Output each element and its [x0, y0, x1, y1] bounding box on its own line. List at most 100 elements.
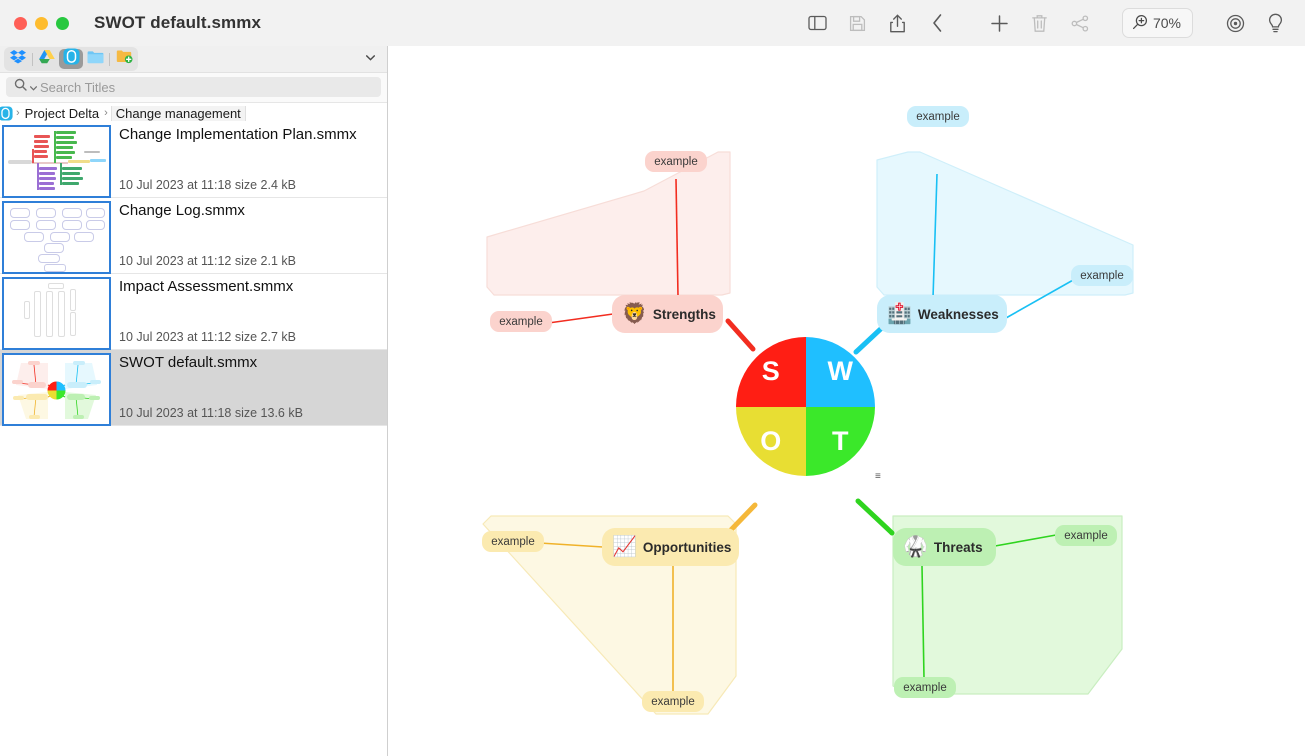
dropbox-icon — [10, 49, 26, 69]
quadrant-letter-t: T — [832, 425, 849, 456]
chevron-down-icon — [365, 53, 375, 63]
sidebar-toggle-button[interactable] — [798, 3, 838, 43]
sidebar-icon — [808, 15, 828, 31]
node-weaknesses[interactable]: 🏥 Weaknesses — [877, 295, 1007, 333]
back-button[interactable] — [918, 3, 958, 43]
search-scope-chevron-icon[interactable] — [30, 78, 37, 96]
search-icon — [14, 78, 27, 96]
lightbulb-icon — [1268, 13, 1283, 33]
file-name: SWOT default.smmx — [119, 354, 258, 371]
trunk-threats — [855, 498, 895, 536]
file-info: 10 Jul 2023 at 11:12 size 2.1 kB — [119, 254, 296, 268]
breadcrumb-root-icon[interactable] — [0, 105, 13, 121]
list-item[interactable]: SWOT default.smmx 10 Jul 2023 at 11:18 s… — [0, 350, 387, 426]
breadcrumb-separator: › — [16, 107, 20, 119]
simplemind-cloud-icon — [63, 48, 80, 70]
node-threats-label: Threats — [933, 539, 983, 555]
chevron-left-icon — [931, 13, 944, 33]
quadrant-weaknesses[interactable]: W — [805, 337, 875, 407]
divider — [109, 52, 110, 66]
file-meta: Change Log.smmx 10 Jul 2023 at 11:12 siz… — [111, 198, 387, 273]
focus-button[interactable] — [1215, 3, 1255, 43]
sidebar-source-toolbar — [0, 46, 387, 73]
window-title: SWOT default.smmx — [94, 13, 262, 32]
quadrant-opportunities[interactable]: O — [736, 406, 806, 476]
node-opportunities-label: Opportunities — [642, 539, 732, 555]
collapse-marker-icon[interactable]: ≡ — [875, 471, 881, 482]
divider — [32, 52, 33, 66]
thumbnail-art — [4, 203, 109, 272]
breadcrumb-item-project-delta[interactable]: Project Delta — [23, 106, 101, 121]
node-strengths[interactable]: 🦁 Strengths — [612, 295, 723, 333]
breadcrumb-separator: › — [104, 107, 108, 119]
add-button[interactable] — [980, 3, 1020, 43]
chart-increasing-icon: 📈 — [612, 536, 637, 558]
mindmap-canvas[interactable]: S W O T ≡ 🦁 Strengths example example 🏥 … — [388, 46, 1305, 756]
strengths-area — [486, 151, 731, 296]
thumbnail-art — [4, 355, 109, 424]
leaf-weaknesses-example-2[interactable]: example — [1071, 265, 1133, 286]
maximize-window-button[interactable] — [56, 16, 69, 30]
lion-face-icon: 🦁 — [622, 303, 647, 325]
source-simplemind-cloud[interactable] — [59, 48, 83, 70]
node-weaknesses-label: Weaknesses — [917, 306, 999, 322]
hint-button[interactable] — [1255, 3, 1295, 43]
search-placeholder: Search Titles — [40, 79, 116, 95]
file-meta: Impact Assessment.smmx 10 Jul 2023 at 11… — [111, 274, 387, 349]
list-item[interactable]: Change Log.smmx 10 Jul 2023 at 11:12 siz… — [0, 198, 387, 274]
simplemind-window: SWOT default.smmx 70% Search Titles › Pr… — [0, 0, 1305, 756]
list-item[interactable]: Impact Assessment.smmx 10 Jul 2023 at 11… — [0, 274, 387, 350]
file-meta: SWOT default.smmx 10 Jul 2023 at 11:18 s… — [111, 350, 387, 425]
zoom-control[interactable]: 70% — [1121, 8, 1193, 38]
delete-button[interactable] — [1020, 3, 1060, 43]
swot-center-node[interactable]: S W O T — [736, 337, 875, 476]
file-thumbnail — [2, 353, 111, 426]
quadrant-threats[interactable]: T — [805, 406, 875, 476]
breadcrumb-item-change-management[interactable]: Change management — [110, 105, 246, 121]
file-thumbnail — [2, 125, 111, 198]
search-bar: Search Titles — [0, 73, 387, 102]
source-dropbox[interactable] — [6, 49, 30, 69]
leaf-strengths-example-1[interactable]: example — [490, 311, 552, 332]
quadrant-strengths[interactable]: S — [736, 337, 806, 407]
leaf-threats-example-2[interactable]: example — [894, 677, 956, 698]
file-name: Change Implementation Plan.smmx — [119, 126, 357, 143]
file-info: 10 Jul 2023 at 11:18 size 2.4 kB — [119, 178, 296, 192]
share-up-icon — [889, 14, 906, 33]
source-google-drive[interactable] — [35, 49, 59, 69]
share-button[interactable] — [878, 3, 918, 43]
close-window-button[interactable] — [14, 16, 27, 30]
hospital-icon: 🏥 — [887, 303, 912, 325]
file-thumbnail — [2, 277, 111, 350]
sidebar-options-button[interactable] — [361, 49, 379, 67]
source-local-folder[interactable] — [83, 49, 107, 69]
file-name: Change Log.smmx — [119, 202, 245, 219]
zoom-in-icon — [1132, 14, 1148, 33]
quadrant-letter-o: O — [760, 425, 782, 456]
source-segmented-control — [4, 47, 138, 71]
save-button[interactable] — [838, 3, 878, 43]
target-icon — [1226, 14, 1245, 33]
share-nodes-button[interactable] — [1060, 3, 1100, 43]
breadcrumb: › Project Delta › Change management — [0, 102, 387, 124]
leaf-opportunities-example-2[interactable]: example — [642, 691, 704, 712]
list-item[interactable]: Change Implementation Plan.smmx 10 Jul 2… — [0, 122, 387, 198]
node-threats[interactable]: 🥋 Threats — [893, 528, 996, 566]
file-list: Change Implementation Plan.smmx 10 Jul 2… — [0, 122, 387, 756]
minimize-window-button[interactable] — [35, 16, 48, 30]
thumbnail-art — [4, 279, 109, 348]
leaf-weaknesses-example-1[interactable]: example — [907, 106, 969, 127]
sidebar: Search Titles › Project Delta › Change m… — [0, 46, 388, 756]
node-opportunities[interactable]: 📈 Opportunities — [602, 528, 739, 566]
local-folder-icon — [87, 50, 104, 69]
quadrant-letter-w: W — [827, 356, 853, 387]
leaf-threats-example-1[interactable]: example — [1055, 525, 1117, 546]
file-info: 10 Jul 2023 at 11:12 size 2.7 kB — [119, 330, 296, 344]
search-input[interactable]: Search Titles — [6, 77, 381, 97]
source-add-folder[interactable] — [112, 49, 136, 69]
leaf-strengths-example-2[interactable]: example — [645, 151, 707, 172]
file-meta: Change Implementation Plan.smmx 10 Jul 2… — [111, 122, 387, 197]
google-drive-icon — [39, 49, 55, 69]
leaf-opportunities-example-1[interactable]: example — [482, 531, 544, 552]
file-name: Impact Assessment.smmx — [119, 278, 294, 295]
